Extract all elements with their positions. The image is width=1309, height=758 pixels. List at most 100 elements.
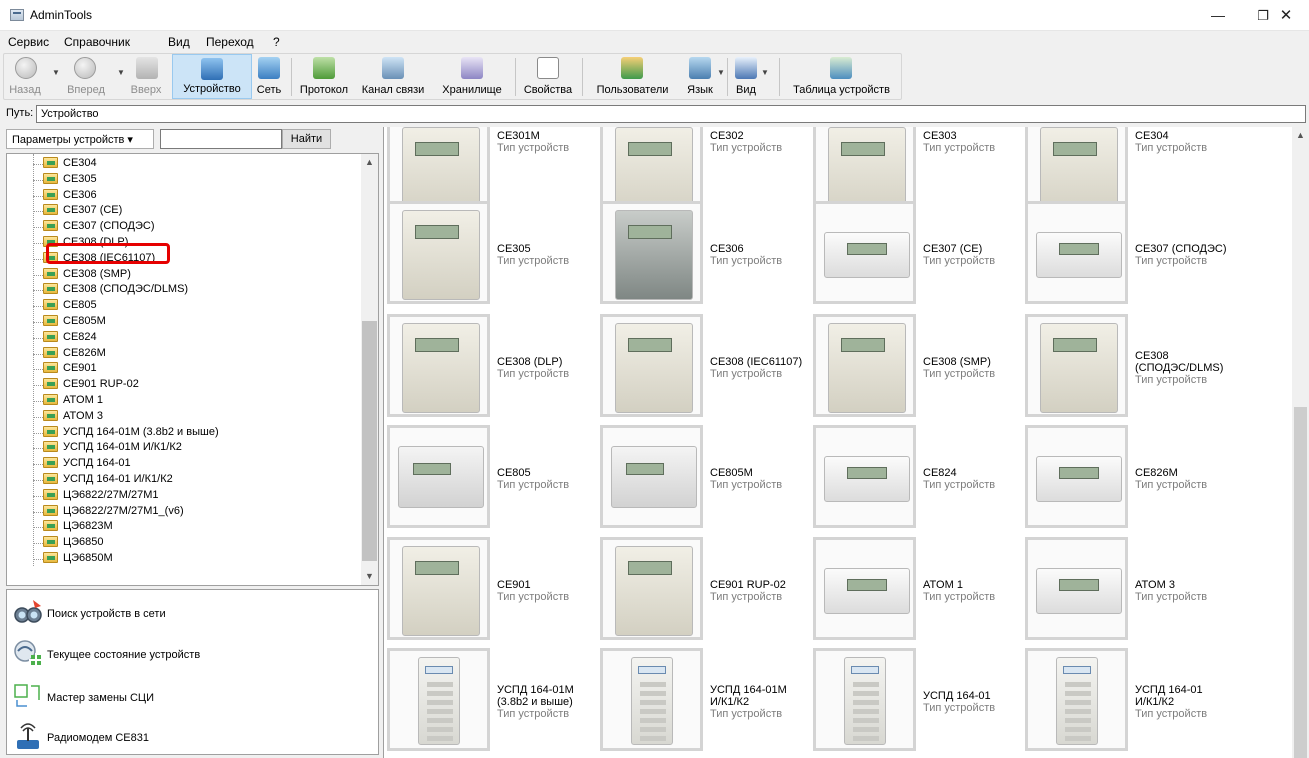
- find-button[interactable]: Найти: [282, 129, 331, 149]
- tree-scrollbar[interactable]: ▲ ▼: [361, 154, 378, 585]
- tree-item[interactable]: ЦЭ6823М: [43, 520, 113, 534]
- device-thumbnail[interactable]: [387, 314, 490, 417]
- protocol-button[interactable]: Протокол: [294, 54, 354, 99]
- device-card[interactable]: CE308 (SMP) Тип устройств: [813, 314, 1025, 424]
- tree-item[interactable]: CE308 (СПОДЭС/DLMS): [43, 283, 188, 297]
- tree-item[interactable]: ATOM 1: [43, 394, 103, 408]
- device-card[interactable]: CE805M Тип устройств: [600, 425, 812, 535]
- device-thumbnail[interactable]: [1025, 314, 1128, 417]
- tree-item[interactable]: УСПД 164-01М И/К1/К2: [43, 441, 182, 455]
- tree-item[interactable]: ЦЭ6850: [43, 536, 104, 550]
- device-thumbnail[interactable]: [387, 648, 490, 751]
- device-thumbnail[interactable]: [387, 537, 490, 640]
- device-thumbnail[interactable]: [813, 201, 916, 304]
- device-params-dropdown[interactable]: Параметры устройств ▾: [6, 129, 154, 149]
- scroll-thumb[interactable]: [362, 321, 377, 561]
- device-card[interactable]: CE305 Тип устройств: [387, 201, 599, 311]
- tree-item[interactable]: УСПД 164-01 И/К1/К2: [43, 473, 173, 487]
- tree-item[interactable]: CE901 RUP-02: [43, 378, 139, 392]
- device-card[interactable]: CE901 RUP-02 Тип устройств: [600, 537, 812, 647]
- scroll-down-icon[interactable]: ▼: [361, 568, 378, 585]
- minimize-button[interactable]: —: [1195, 0, 1241, 31]
- device-card[interactable]: ATOM 3 Тип устройств: [1025, 537, 1237, 647]
- device-thumbnail[interactable]: [1025, 537, 1128, 640]
- tree-item[interactable]: CE824: [43, 330, 97, 345]
- menu-view[interactable]: Вид: [168, 35, 190, 49]
- device-thumbnail[interactable]: [600, 425, 703, 528]
- device-card[interactable]: УСПД 164-01 И/К1/К2 Тип устройств: [1025, 648, 1237, 758]
- device-card[interactable]: CE307 (СПОДЭС) Тип устройств: [1025, 201, 1237, 311]
- device-button[interactable]: Устройство: [172, 54, 252, 99]
- device-thumbnail[interactable]: [387, 425, 490, 528]
- users-button[interactable]: Пользователи: [584, 54, 681, 99]
- network-button[interactable]: Сеть: [252, 54, 286, 99]
- device-thumbnail[interactable]: [600, 648, 703, 751]
- tree-item[interactable]: CE307 (CE): [43, 204, 122, 218]
- device-table-button[interactable]: Таблица устройств: [784, 54, 899, 99]
- tree-connector: [33, 211, 43, 213]
- device-card[interactable]: CE824 Тип устройств: [813, 425, 1025, 535]
- back-dropdown-icon[interactable]: ▼: [52, 68, 60, 77]
- tree-item[interactable]: CE307 (СПОДЭС): [43, 220, 154, 234]
- tree-item[interactable]: CE304: [43, 157, 97, 171]
- menu-help[interactable]: ?: [273, 35, 280, 49]
- tree-item[interactable]: CE901: [43, 362, 97, 376]
- language-dropdown-icon[interactable]: ▼: [717, 68, 725, 77]
- grid-scrollbar[interactable]: ▲: [1292, 127, 1309, 758]
- device-card[interactable]: УСПД 164-01 Тип устройств: [813, 648, 1025, 758]
- device-thumbnail[interactable]: [1025, 648, 1128, 751]
- tree-item[interactable]: УСПД 164-01: [43, 457, 131, 471]
- scroll-up-icon[interactable]: ▲: [361, 154, 378, 171]
- device-thumbnail[interactable]: [1025, 425, 1128, 528]
- tree-item[interactable]: ATOM 3: [43, 409, 103, 424]
- grid-scroll-up-icon[interactable]: ▲: [1292, 127, 1309, 144]
- device-thumbnail[interactable]: [1025, 201, 1128, 304]
- tree-item[interactable]: УСПД 164-01М (3.8b2 и выше): [43, 425, 219, 440]
- tree-item[interactable]: CE306: [43, 188, 97, 203]
- menu-service[interactable]: Сервис: [8, 35, 49, 49]
- device-card[interactable]: CE901 Тип устройств: [387, 537, 599, 647]
- path-field[interactable]: Устройство: [36, 105, 1306, 123]
- menu-reference[interactable]: Справочник: [64, 35, 130, 49]
- search-input[interactable]: [160, 129, 282, 149]
- device-card[interactable]: CE805 Тип устройств: [387, 425, 599, 535]
- forward-dropdown-icon[interactable]: ▼: [117, 68, 125, 77]
- device-thumbnail[interactable]: [813, 314, 916, 417]
- tree-item[interactable]: CE805M: [43, 315, 106, 329]
- device-card[interactable]: УСПД 164-01М И/К1/К2 Тип устройств: [600, 648, 812, 758]
- back-button[interactable]: Назад: [6, 54, 44, 99]
- forward-button[interactable]: Вперед: [60, 54, 112, 99]
- device-thumbnail[interactable]: [813, 425, 916, 528]
- device-card[interactable]: УСПД 164-01М (3.8b2 и выше) Тип устройств: [387, 648, 599, 758]
- menu-navigate[interactable]: Переход: [206, 35, 254, 49]
- device-thumbnail[interactable]: [813, 537, 916, 640]
- close-button[interactable]: ✕: [1263, 0, 1309, 31]
- storage-button[interactable]: Хранилище: [432, 54, 512, 99]
- device-card[interactable]: CE306 Тип устройств: [600, 201, 812, 311]
- device-card[interactable]: CE308 (IEC61107) Тип устройств: [600, 314, 812, 424]
- device-thumbnail[interactable]: [813, 648, 916, 751]
- tree-item[interactable]: CE308 (SMP): [43, 267, 131, 282]
- device-card[interactable]: CE307 (CE) Тип устройств: [813, 201, 1025, 311]
- view-button[interactable]: Вид: [731, 54, 761, 99]
- tree-item[interactable]: ЦЭ6822/27М/27М1: [43, 488, 159, 503]
- tree-item[interactable]: CE305: [43, 172, 97, 187]
- device-card[interactable]: ATOM 1 Тип устройств: [813, 537, 1025, 647]
- properties-button[interactable]: Свойства: [517, 54, 579, 99]
- device-thumbnail[interactable]: [387, 201, 490, 304]
- device-card[interactable]: CE826M Тип устройств: [1025, 425, 1237, 535]
- tree-item[interactable]: ЦЭ6822/27М/27М1_(v6): [43, 504, 184, 519]
- tree-item[interactable]: CE826M: [43, 346, 106, 361]
- device-card[interactable]: CE308 (СПОДЭС/DLMS) Тип устройств: [1025, 314, 1237, 424]
- up-button[interactable]: Вверх: [127, 54, 165, 99]
- grid-scroll-thumb[interactable]: [1294, 407, 1307, 758]
- device-card[interactable]: CE308 (DLP) Тип устройств: [387, 314, 599, 424]
- language-button[interactable]: Язык: [682, 54, 718, 99]
- channel-button[interactable]: Канал связи: [355, 54, 431, 99]
- device-thumbnail[interactable]: [600, 201, 703, 304]
- view-dropdown-icon[interactable]: ▼: [761, 68, 769, 77]
- device-thumbnail[interactable]: [600, 537, 703, 640]
- device-thumbnail[interactable]: [600, 314, 703, 417]
- tree-item[interactable]: CE805: [43, 299, 97, 313]
- tree-item[interactable]: ЦЭ6850М: [43, 552, 113, 566]
